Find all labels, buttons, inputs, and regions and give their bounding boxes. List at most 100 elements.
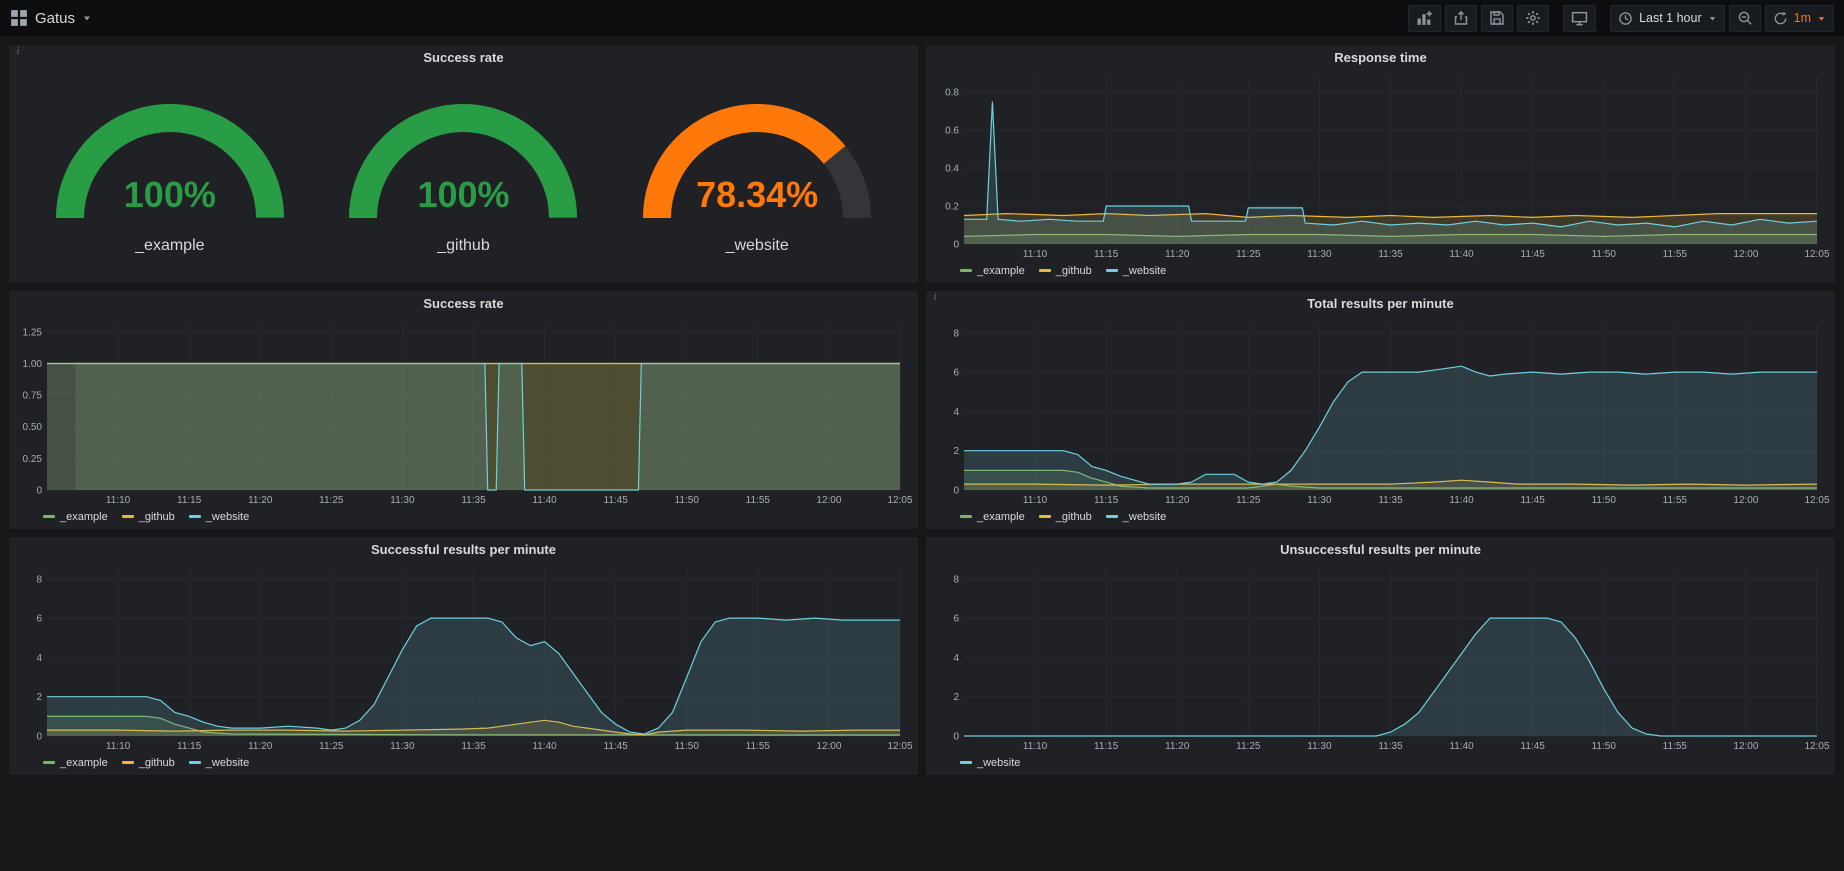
add-panel-button[interactable] xyxy=(1408,5,1441,32)
legend-item-_website[interactable]: _website xyxy=(189,757,249,769)
x-tick-label: 11:30 xyxy=(390,495,415,506)
panel-success-rate-series: Success rate 11:1011:1511:2011:2511:3011… xyxy=(8,290,919,530)
x-tick-label: 11:10 xyxy=(106,741,131,752)
x-tick-label: 11:35 xyxy=(461,741,486,752)
x-tick-label: 11:35 xyxy=(1378,495,1403,506)
panel-response-time: Response time 11:1011:1511:2011:2511:301… xyxy=(925,44,1836,284)
x-tick-label: 11:15 xyxy=(1094,249,1119,260)
time-range-label: Last 1 hour xyxy=(1639,11,1702,25)
y-tick-label: 0.6 xyxy=(945,126,959,137)
legend-item-_example[interactable]: _example xyxy=(43,757,108,769)
legend-color-icon xyxy=(1106,269,1118,272)
legend-item-_website[interactable]: _website xyxy=(1106,511,1166,523)
panel-success-rate-gauges: i Success rate 100% _example 100% _githu… xyxy=(8,44,919,284)
legend-item-_example[interactable]: _example xyxy=(960,511,1025,523)
gauge-value: 78.34% xyxy=(632,174,882,216)
legend-color-icon xyxy=(43,761,55,764)
x-tick-label: 11:20 xyxy=(1165,741,1190,752)
x-tick-label: 11:30 xyxy=(1307,495,1332,506)
legend-color-icon xyxy=(122,761,134,764)
refresh-button[interactable]: 1m xyxy=(1765,5,1834,32)
y-tick-label: 6 xyxy=(36,614,42,625)
unsuccessful-results-chart[interactable]: 11:1011:1511:2011:2511:3011:3511:4011:45… xyxy=(932,561,1829,754)
x-tick-label: 11:45 xyxy=(1521,741,1546,752)
x-tick-label: 11:50 xyxy=(1592,741,1617,752)
cycle-view-button[interactable] xyxy=(1563,5,1596,32)
x-tick-label: 11:55 xyxy=(1663,741,1688,752)
grafana-apps-icon[interactable] xyxy=(10,9,28,27)
legend-item-_website[interactable]: _website xyxy=(960,757,1020,769)
x-tick-label: 11:55 xyxy=(746,495,771,506)
gauge-website: 78.34% _website xyxy=(632,98,882,255)
successful-results-chart[interactable]: 11:1011:1511:2011:2511:3011:3511:4011:45… xyxy=(15,561,912,754)
panel-unsuccessful-results: Unsuccessful results per minute 11:1011:… xyxy=(925,536,1836,776)
x-tick-label: 11:55 xyxy=(1663,495,1688,506)
x-tick-label: 11:20 xyxy=(248,495,273,506)
x-tick-label: 11:40 xyxy=(1449,495,1474,506)
gauge-label: _example xyxy=(45,237,295,255)
x-tick-label: 11:40 xyxy=(1449,249,1474,260)
gauge-example: 100% _example xyxy=(45,98,295,255)
y-tick-label: 0.50 xyxy=(23,422,43,433)
x-tick-label: 11:25 xyxy=(319,495,344,506)
chart-area: 11:1011:1511:2011:2511:3011:3511:4011:45… xyxy=(9,561,918,754)
panel-title[interactable]: Total results per minute xyxy=(926,291,1835,315)
chart-area: 11:1011:1511:2011:2511:3011:3511:4011:45… xyxy=(926,69,1835,262)
panel-title[interactable]: Successful results per minute xyxy=(9,537,918,561)
panel-title[interactable]: Success rate xyxy=(9,291,918,315)
legend-item-_example[interactable]: _example xyxy=(960,265,1025,277)
legend-color-icon xyxy=(1039,515,1051,518)
panel-title[interactable]: Response time xyxy=(926,45,1835,69)
chart-legend: _website xyxy=(926,754,1835,775)
y-tick-label: 0 xyxy=(953,240,959,251)
time-range-button[interactable]: Last 1 hour xyxy=(1610,5,1725,32)
legend-item-_github[interactable]: _github xyxy=(122,511,175,523)
panel-info-icon[interactable]: i xyxy=(12,46,24,58)
y-tick-label: 8 xyxy=(953,328,959,339)
y-tick-label: 0.2 xyxy=(945,202,959,213)
save-button[interactable] xyxy=(1481,5,1513,32)
monitor-icon xyxy=(1571,10,1588,27)
legend-item-_website[interactable]: _website xyxy=(1106,265,1166,277)
legend-item-_github[interactable]: _github xyxy=(1039,511,1092,523)
x-tick-label: 11:40 xyxy=(532,495,557,506)
series-area-_website xyxy=(47,364,900,491)
response-time-chart[interactable]: 11:1011:1511:2011:2511:3011:3511:4011:45… xyxy=(932,69,1829,262)
gauge-value: 100% xyxy=(45,174,295,216)
share-button[interactable] xyxy=(1445,5,1477,32)
y-tick-label: 1.25 xyxy=(23,327,43,338)
gauge-github: 100% _github xyxy=(338,98,588,255)
dashboard-title[interactable]: Gatus xyxy=(35,10,75,27)
gauge-label: _website xyxy=(632,237,882,255)
zoom-out-button[interactable] xyxy=(1729,5,1761,32)
x-tick-label: 11:25 xyxy=(1236,249,1261,260)
x-tick-label: 12:00 xyxy=(1733,741,1758,752)
success-rate-chart[interactable]: 11:1011:1511:2011:2511:3011:3511:4011:45… xyxy=(15,315,912,508)
gauge-row: 100% _example 100% _github 78.34% _websi… xyxy=(9,69,918,283)
x-tick-label: 11:15 xyxy=(177,741,202,752)
y-tick-label: 1.00 xyxy=(23,359,43,370)
x-tick-label: 12:00 xyxy=(1733,249,1758,260)
panel-title[interactable]: Success rate xyxy=(9,45,918,69)
legend-item-_website[interactable]: _website xyxy=(189,511,249,523)
x-tick-label: 11:55 xyxy=(1663,249,1688,260)
legend-color-icon xyxy=(960,269,972,272)
y-tick-label: 6 xyxy=(953,614,959,625)
chart-legend: _example _github _website xyxy=(9,754,918,775)
legend-color-icon xyxy=(189,515,201,518)
gauge-label: _github xyxy=(338,237,588,255)
x-tick-label: 11:30 xyxy=(1307,741,1332,752)
legend-item-_github[interactable]: _github xyxy=(122,757,175,769)
dashboard-caret-icon[interactable] xyxy=(82,13,92,23)
legend-item-_example[interactable]: _example xyxy=(43,511,108,523)
panel-info-icon[interactable]: i xyxy=(929,292,941,304)
x-tick-label: 11:20 xyxy=(1165,249,1190,260)
x-tick-label: 11:50 xyxy=(1592,495,1617,506)
y-tick-label: 0 xyxy=(953,486,959,497)
x-tick-label: 11:30 xyxy=(390,741,415,752)
panel-title[interactable]: Unsuccessful results per minute xyxy=(926,537,1835,561)
settings-button[interactable] xyxy=(1517,5,1549,32)
legend-item-_github[interactable]: _github xyxy=(1039,265,1092,277)
panel-successful-results: Successful results per minute 11:10 11:15… xyxy=(8,536,919,776)
total-results-chart[interactable]: 11:1011:1511:2011:2511:3011:3511:4011:45… xyxy=(932,315,1829,508)
